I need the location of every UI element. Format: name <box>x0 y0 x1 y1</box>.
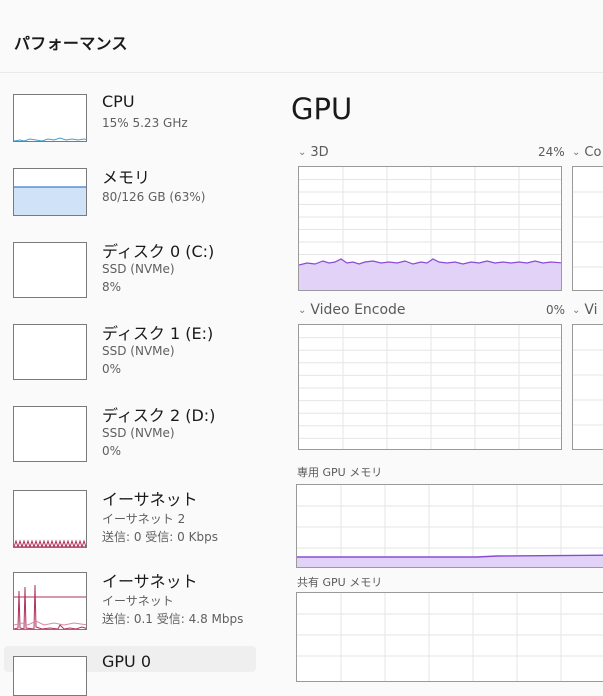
engine-label: Vi <box>584 302 598 318</box>
dedicated-memory-graph <box>296 484 603 568</box>
sidebar-item-title: CPU <box>102 92 135 111</box>
dedicated-memory-label: 専用 GPU メモリ <box>297 466 383 479</box>
sidebar-item-title: イーサネット <box>102 572 198 591</box>
sidebar-item-gpu-0[interactable]: GPU 0 <box>4 646 256 696</box>
sidebar-item-value: 0% <box>102 444 122 458</box>
chevron-down-icon: ⌄ <box>572 305 581 316</box>
sidebar-item-ethernet-2[interactable]: イーサネット イーサネット 2 送信: 0 受信: 0 Kbps <box>0 482 256 564</box>
chevron-down-icon: ⌄ <box>298 305 307 316</box>
graph-copy <box>572 166 603 291</box>
chevron-down-icon: ⌄ <box>572 147 581 158</box>
engine-percent: 24% <box>538 145 565 159</box>
graph-video-decode <box>572 324 603 450</box>
sidebar-item-subtitle: イーサネット 2 <box>102 512 186 526</box>
ethernet-2-thumbnail-graph <box>13 490 87 548</box>
graph-3d <box>298 166 562 291</box>
sidebar-item-title: ディスク 1 (E:) <box>102 324 214 343</box>
sidebar-item-cpu[interactable]: CPU 15% 5.23 GHz <box>0 86 256 168</box>
sidebar-item-title: ディスク 0 (C:) <box>102 242 215 261</box>
sidebar-item-subtitle: 15% 5.23 GHz <box>102 116 188 130</box>
engine-label: Co <box>584 145 602 160</box>
sidebar-item-subtitle: SSD (NVMe) <box>102 344 175 358</box>
sidebar-item-subtitle: 80/126 GB (63%) <box>102 190 206 204</box>
graph-video-encode <box>298 324 562 450</box>
sidebar-item-title: ディスク 2 (D:) <box>102 406 216 425</box>
disk-0-thumbnail-graph <box>13 242 87 298</box>
sidebar-item-disk-0[interactable]: ディスク 0 (C:) SSD (NVMe) 8% <box>0 236 256 318</box>
shared-memory-label: 共有 GPU メモリ <box>297 576 383 589</box>
sidebar-item-throughput: 送信: 0 受信: 0 Kbps <box>102 530 218 544</box>
disk-2-thumbnail-graph <box>13 406 87 462</box>
ethernet-thumbnail-graph <box>13 572 87 630</box>
sidebar-item-ethernet[interactable]: イーサネット イーサネット 送信: 0.1 受信: 4.8 Mbps <box>0 564 256 646</box>
sidebar-item-disk-2[interactable]: ディスク 2 (D:) SSD (NVMe) 0% <box>0 400 256 482</box>
disk-1-thumbnail-graph <box>13 324 87 380</box>
engine-percent: 0% <box>546 303 566 317</box>
gpu-heading: GPU <box>291 92 353 126</box>
engine-label: 3D <box>310 145 329 160</box>
sidebar-item-disk-1[interactable]: ディスク 1 (E:) SSD (NVMe) 0% <box>0 318 256 400</box>
sidebar-item-title: イーサネット <box>102 490 198 509</box>
page-title: パフォーマンス <box>14 34 128 53</box>
engine-selector-copy[interactable]: ⌄ Co <box>572 145 601 160</box>
sidebar-item-subtitle: SSD (NVMe) <box>102 262 175 276</box>
sidebar-item-title: メモリ <box>102 168 151 187</box>
sidebar-item-subtitle: SSD (NVMe) <box>102 426 175 440</box>
engine-label: Video Encode <box>310 302 406 318</box>
sidebar-item-throughput: 送信: 0.1 受信: 4.8 Mbps <box>102 612 244 626</box>
shared-memory-graph <box>296 592 603 682</box>
engine-selector-3d[interactable]: ⌄ 3D <box>298 145 329 160</box>
sidebar-item-subtitle: イーサネット <box>102 594 174 608</box>
memory-thumbnail-graph <box>13 168 87 216</box>
engine-selector-video-decode[interactable]: ⌄ Vi <box>572 302 598 318</box>
sidebar-item-title: GPU 0 <box>102 652 152 671</box>
sidebar-item-value: 0% <box>102 362 122 376</box>
chevron-down-icon: ⌄ <box>298 147 307 158</box>
gpu-0-thumbnail-graph <box>13 656 87 696</box>
engine-selector-video-encode[interactable]: ⌄ Video Encode <box>298 302 406 318</box>
sidebar-item-value: 8% <box>102 280 122 294</box>
sidebar-item-memory[interactable]: メモリ 80/126 GB (63%) <box>0 162 256 244</box>
cpu-thumbnail-graph <box>13 94 87 142</box>
